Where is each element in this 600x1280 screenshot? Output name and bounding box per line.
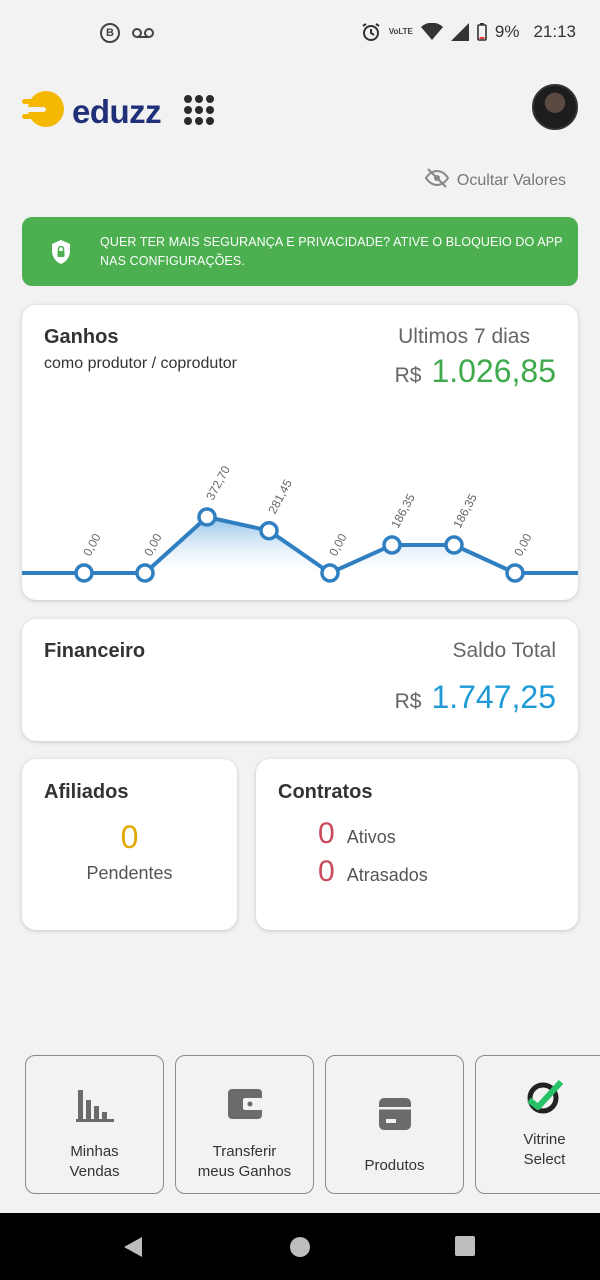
chart-data-label: 0,00 [326,531,349,558]
financial-card[interactable]: Financeiro Saldo Total R$ 1.747,25 [22,619,578,741]
vitrine-select-label: Vitrine Select [523,1130,565,1170]
hide-values-label: Ocultar Valores [456,171,566,189]
earnings-subtitle: como produtor / coprodutor [44,355,237,372]
saldo-label: Saldo Total [452,639,556,662]
my-sales-line-1: Minhas [70,1143,119,1160]
voicemail-icon [132,27,154,39]
status-right: Vo LTE 9% 21:13 [361,22,576,42]
home-icon[interactable] [289,1236,311,1263]
affiliates-title: Afiliados [44,781,129,803]
bar-chart-icon [75,1078,114,1130]
chart-data-label: 0,00 [141,531,164,558]
my-sales-line-2: Vendas [69,1163,120,1180]
chart-point [382,535,402,555]
contracts-title: Contratos [278,781,373,803]
security-banner[interactable]: QUER TER MAIS SEGURANÇA E PRIVACIDADE? A… [22,217,578,286]
contracts-late-label: Atrasados [346,865,428,885]
chart-point [444,535,464,555]
avatar[interactable] [532,84,578,130]
system-nav-bar [0,1213,600,1280]
earnings-amount: R$ 1.026,85 [395,353,556,390]
wallet-icon [227,1078,263,1130]
chart-point [259,520,279,541]
chart-point [320,563,340,583]
products-label: Produtos [364,1157,425,1174]
status-bar: B Vo LTE 9% 21:13 [0,0,600,68]
contracts-late-row: 0 Atrasados [318,855,428,889]
eduzz-logo-icon [22,88,64,135]
alarm-icon [361,22,381,42]
chart-data-label: 281,45 [265,477,295,516]
recents-icon[interactable] [455,1236,475,1261]
chart-data-label: 0,00 [511,531,534,558]
signal-icon [450,23,469,41]
battery-percent: 9% [494,22,520,41]
financial-amount: R$ 1.747,25 [395,679,556,716]
contracts-active-count: 0 [318,817,335,850]
products-button[interactable]: Produtos [325,1055,464,1194]
volte-bottom: LTE [398,27,413,36]
my-sales-button[interactable]: Minhas Vendas [25,1055,164,1194]
wifi-icon [420,23,443,41]
transfer-line-1: Transferir [212,1143,277,1160]
financial-title: Financeiro [44,640,146,662]
chart-data-label: 186,35 [388,491,418,530]
eduzz-logo[interactable]: eduzz [22,88,162,135]
chart-point [505,563,525,583]
eye-off-icon [424,168,450,193]
chart-point [135,563,155,583]
earnings-chart: 0,00 0,00 372,70 281,45 0,00 186,35 186,35 0,00 [22,463,578,583]
transfer-earnings-button[interactable]: Transferir meus Ganhos [175,1055,314,1194]
earnings-card[interactable]: 0,00 0,00 372,70 281,45 0,00 186,35 186,35 0,00… [22,305,578,600]
vitrine-select-button[interactable]: Vitrine Select [475,1055,600,1194]
chart-point [74,563,94,583]
contracts-late-count: 0 [318,855,335,888]
back-icon[interactable] [122,1236,144,1263]
b-badge-icon: B [100,23,120,43]
vitrine-line-1: Vitrine [523,1131,566,1148]
app-header: eduzz [0,80,600,140]
earnings-period: Ultimos 7 dias [398,325,530,348]
financial-currency: R$ [394,690,422,713]
vitrine-select-icon [525,1070,565,1122]
shield-lock-icon [22,239,100,265]
contracts-active-row: 0 Ativos [318,817,396,851]
product-box-icon [378,1088,412,1140]
apps-grid-icon[interactable] [184,95,214,125]
financial-total: 1.747,25 [431,679,556,715]
vitrine-line-2: Select [523,1151,566,1168]
chart-data-label: 186,35 [450,491,480,530]
banner-text: QUER TER MAIS SEGURANÇA E PRIVACIDADE? A… [100,233,563,271]
logo-text: eduzz [72,92,162,130]
banner-line-2: NAS CONFIGURAÇÕES. [100,253,245,268]
chart-data-label: 0,00 [80,531,103,558]
earnings-currency: R$ [394,364,422,387]
transfer-line-2: meus Ganhos [197,1163,292,1180]
chart-point [197,507,217,527]
earnings-total: 1.026,85 [431,353,556,389]
chart-data-label: 372,70 [203,463,233,502]
affiliates-card[interactable]: Afiliados 0 Pendentes [22,759,237,930]
battery-icon [477,23,487,41]
affiliates-label: Pendentes [86,863,173,883]
contracts-active-label: Ativos [346,827,396,847]
volte-icon: Vo LTE [389,28,413,36]
my-sales-label: Minhas Vendas [69,1142,119,1182]
status-left: B [100,23,154,43]
earnings-title: Ganhos [44,326,119,348]
status-time: 21:13 [533,22,576,41]
hide-values-toggle[interactable]: Ocultar Valores [424,168,566,193]
contracts-card[interactable]: Contratos 0 Ativos 0 Atrasados [256,759,578,930]
banner-line-1: QUER TER MAIS SEGURANÇA E PRIVACIDADE? A… [100,234,563,249]
transfer-earnings-label: Transferir meus Ganhos [198,1142,291,1182]
volte-top: Vo [388,27,399,36]
affiliates-count: 0 [120,819,139,855]
